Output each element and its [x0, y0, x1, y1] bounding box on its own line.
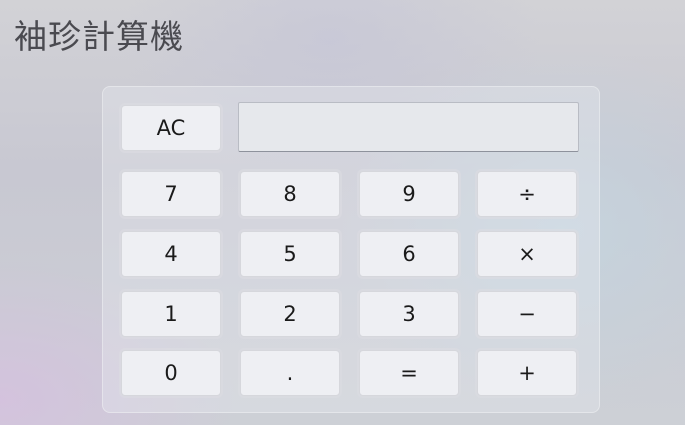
add-button[interactable]: + [477, 350, 577, 396]
divide-button[interactable]: ÷ [477, 171, 577, 217]
digit-2-button[interactable]: 2 [240, 291, 340, 337]
digit-1-button[interactable]: 1 [121, 291, 221, 337]
digit-8-button[interactable]: 8 [240, 171, 340, 217]
digit-6-button[interactable]: 6 [359, 231, 459, 277]
calculator-display [238, 102, 579, 152]
digit-4-button[interactable]: 4 [121, 231, 221, 277]
digit-3-button[interactable]: 3 [359, 291, 459, 337]
digit-7-button[interactable]: 7 [121, 171, 221, 217]
clear-button[interactable]: AC [121, 105, 221, 151]
digit-9-button[interactable]: 9 [359, 171, 459, 217]
subtract-button[interactable]: − [477, 291, 577, 337]
app-title: 袖珍計算機 [14, 17, 184, 56]
decimal-button[interactable]: . [240, 350, 340, 396]
equals-button[interactable]: = [359, 350, 459, 396]
digit-0-button[interactable]: 0 [121, 350, 221, 396]
multiply-button[interactable]: × [477, 231, 577, 277]
digit-5-button[interactable]: 5 [240, 231, 340, 277]
